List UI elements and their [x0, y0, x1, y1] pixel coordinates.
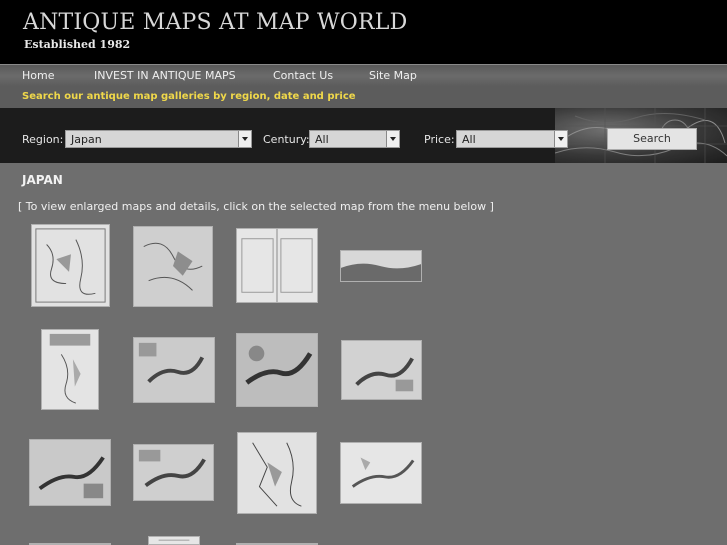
search-button[interactable]: Search	[607, 128, 697, 150]
region-select[interactable]: Japan	[65, 130, 252, 148]
century-select[interactable]: All	[309, 130, 400, 148]
nav-home-link[interactable]: Home	[22, 69, 54, 82]
map-thumbnail[interactable]	[340, 250, 422, 282]
price-select-value: All	[462, 133, 476, 146]
site-subtitle: Established 1982	[24, 38, 131, 51]
gallery-instructions: [ To view enlarged maps and details, cli…	[18, 200, 494, 213]
map-thumbnail[interactable]	[31, 224, 110, 307]
region-select-value: Japan	[71, 133, 102, 146]
map-thumbnail[interactable]	[236, 228, 318, 303]
map-thumbnail[interactable]	[133, 226, 213, 307]
search-bar: Region: Japan Century: All Price: All Se…	[0, 108, 727, 163]
nav-contact-link[interactable]: Contact Us	[273, 69, 333, 82]
site-header: ANTIQUE MAPS AT MAP WORLD Established 19…	[0, 0, 727, 64]
map-thumbnail[interactable]	[41, 329, 99, 410]
chevron-down-icon[interactable]	[386, 131, 399, 147]
tagline: Search our antique map galleries by regi…	[22, 91, 356, 102]
nav-sitemap-link[interactable]: Site Map	[369, 69, 417, 82]
century-label: Century:	[263, 133, 310, 146]
tagline-bar: Search our antique map galleries by regi…	[0, 87, 727, 108]
map-thumbnail[interactable]	[237, 432, 317, 514]
map-thumbnail[interactable]	[133, 337, 215, 403]
region-label: Region:	[22, 133, 64, 146]
price-label: Price:	[424, 133, 455, 146]
chevron-down-icon[interactable]	[554, 131, 567, 147]
map-thumbnail[interactable]	[148, 536, 200, 545]
map-thumbnail[interactable]	[341, 340, 422, 400]
page-title: JAPAN	[22, 173, 63, 187]
map-thumbnail[interactable]	[340, 442, 422, 504]
nav-invest-link[interactable]: INVEST IN ANTIQUE MAPS	[94, 69, 236, 82]
main-nav: Home INVEST IN ANTIQUE MAPS Contact Us S…	[0, 64, 727, 87]
map-thumbnail[interactable]	[133, 444, 214, 501]
century-select-value: All	[315, 133, 329, 146]
price-select[interactable]: All	[456, 130, 568, 148]
chevron-down-icon[interactable]	[238, 131, 251, 147]
map-thumbnail[interactable]	[29, 439, 111, 506]
map-thumbnail[interactable]	[236, 333, 318, 407]
site-title[interactable]: ANTIQUE MAPS AT MAP WORLD	[23, 10, 407, 35]
